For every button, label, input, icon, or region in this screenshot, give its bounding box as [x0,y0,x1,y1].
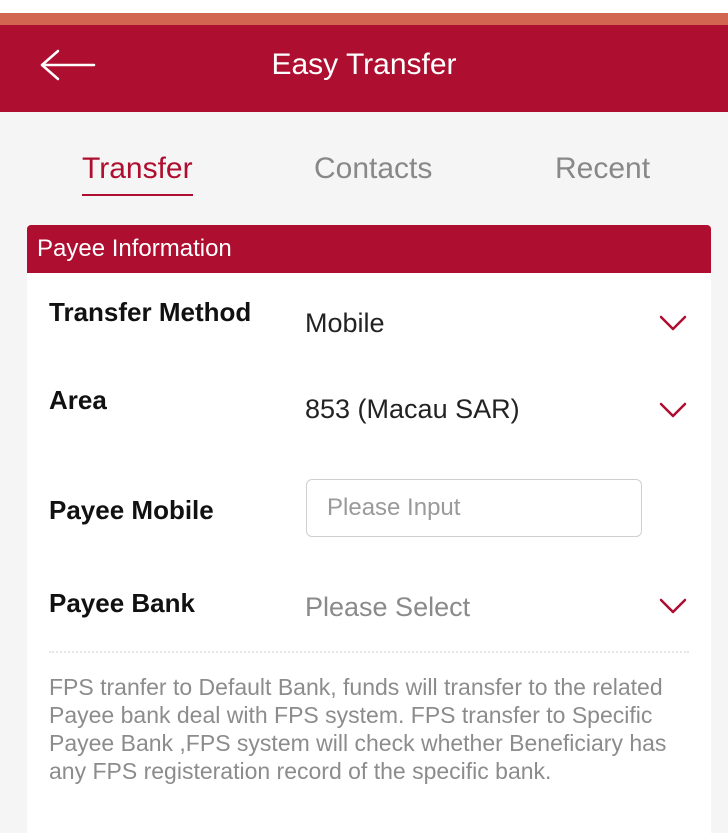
tab-transfer-label: Transfer [82,152,193,185]
top-margin [0,0,728,13]
section-title: Payee Information [37,235,232,262]
tab-bar: Transfer Contacts Recent [0,112,728,224]
payee-information-card: Payee Information Transfer Method Mobile… [27,225,711,833]
tab-contacts[interactable]: Contacts [314,152,432,186]
chevron-down-icon [659,315,687,331]
payee-bank-dropdown[interactable] [659,597,687,615]
chevron-down-icon [659,402,687,418]
tab-recent[interactable]: Recent [555,152,650,186]
app-bar: Easy Transfer [0,25,728,112]
payee-bank-select[interactable]: Please Select [305,591,470,623]
tab-transfer[interactable]: Transfer [82,152,193,196]
tab-contacts-label: Contacts [314,152,433,185]
transfer-method-select[interactable]: Mobile [305,307,385,339]
divider [49,651,689,653]
active-tab-indicator [82,194,193,196]
area-select[interactable]: 853 (Macau SAR) [305,393,520,425]
area-dropdown[interactable] [659,401,687,419]
tab-recent-label: Recent [555,152,651,185]
payee-mobile-label: Payee Mobile [49,495,214,525]
transfer-method-dropdown[interactable] [659,314,687,332]
fps-note: FPS tranfer to Default Bank, funds will … [49,674,667,784]
transfer-method-label: Transfer Method [49,297,252,327]
page-title: Easy Transfer [271,48,457,81]
payee-bank-label: Payee Bank [49,588,195,618]
chevron-down-icon [659,598,687,614]
payee-mobile-input[interactable] [306,479,642,537]
area-label: Area [49,385,107,415]
easy-transfer-screen: Easy Transfer Transfer Contacts Recent P… [0,0,728,833]
section-header: Payee Information [27,225,711,273]
status-bar [0,13,728,25]
